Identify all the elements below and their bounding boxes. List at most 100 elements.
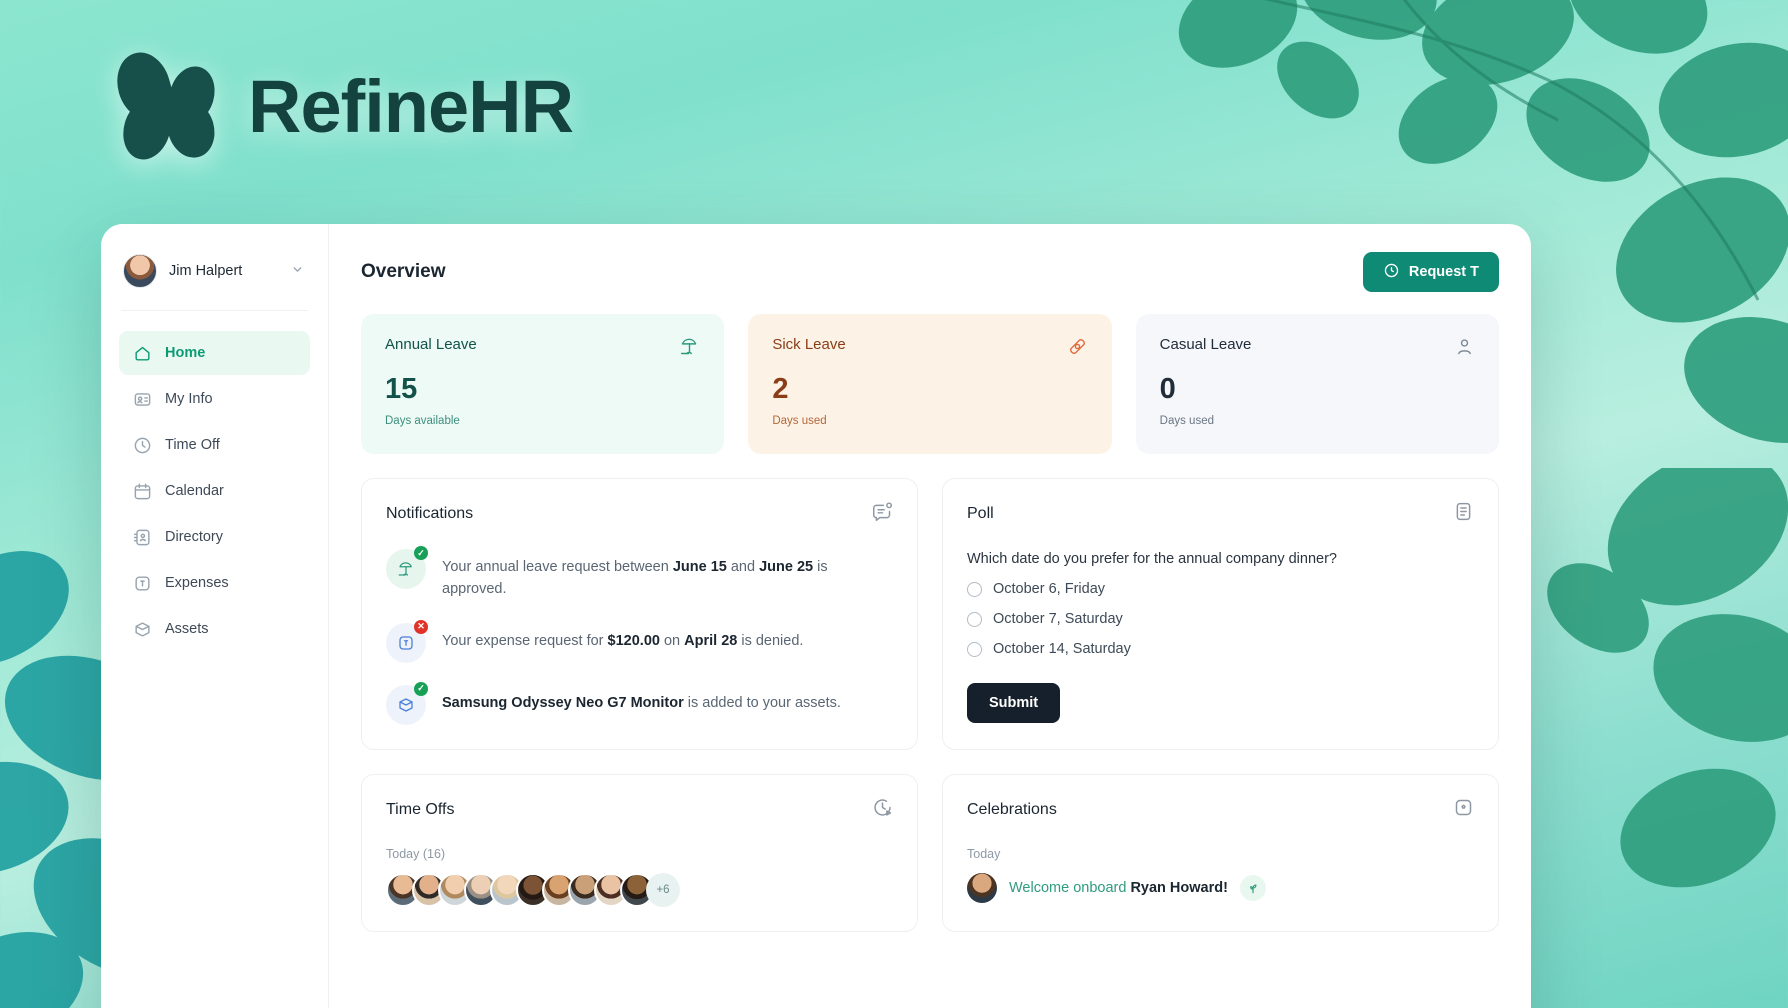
leave-card-subtitle: Days used bbox=[772, 415, 827, 427]
sidebar-item-expenses[interactable]: Expenses bbox=[119, 561, 310, 605]
poll-option-label: October 6, Friday bbox=[993, 581, 1106, 597]
brand-wordmark: RefineHR bbox=[248, 64, 574, 148]
radio-button[interactable] bbox=[967, 641, 982, 657]
poll-question: Which date do you prefer for the annual … bbox=[967, 551, 1337, 567]
request-button-label: Request T bbox=[1408, 264, 1479, 280]
id-card-icon bbox=[133, 390, 152, 409]
sidebar-item-directory[interactable]: Directory bbox=[119, 515, 310, 559]
list-item[interactable]: ✓ Samsung Odyssey Neo G7 Monitor is adde… bbox=[386, 681, 893, 725]
leave-card-casual[interactable]: Casual Leave 0 Days used bbox=[1135, 314, 1499, 454]
leave-card-value: 2 bbox=[772, 373, 789, 405]
receipt-icon: ✕ bbox=[386, 619, 428, 663]
clock-play-icon[interactable] bbox=[872, 797, 893, 823]
sidebar-item-assets[interactable]: Assets bbox=[119, 607, 310, 651]
leave-card-subtitle: Days used bbox=[1159, 415, 1214, 427]
message-notification-icon[interactable] bbox=[872, 501, 893, 527]
home-icon bbox=[133, 344, 152, 363]
clock-plus-icon bbox=[1383, 262, 1400, 283]
list-document-icon[interactable] bbox=[1453, 501, 1474, 527]
profile-name: Jim Halpert bbox=[169, 263, 243, 279]
notification-text: Your annual leave request between June 1… bbox=[442, 559, 828, 598]
poll-options: October 6, Friday October 7, Saturday Oc… bbox=[967, 581, 1474, 657]
celebrations-title: Celebrations bbox=[967, 800, 1057, 818]
leave-card-annual[interactable]: Annual Leave 15 Days available bbox=[361, 314, 725, 454]
calendar-icon bbox=[133, 482, 152, 501]
time-offs-panel: Time Offs Today (16) +6 bbox=[361, 773, 918, 932]
avatar-overflow-count[interactable]: +6 bbox=[646, 872, 680, 907]
sidebar-item-label: Calendar bbox=[165, 483, 224, 499]
radio-button[interactable] bbox=[967, 611, 982, 627]
notifications-panel: Notifications ✓ Your annual leave reques… bbox=[361, 478, 918, 750]
leave-card-title: Annual Leave bbox=[385, 336, 477, 353]
beach-umbrella-icon: ✓ bbox=[386, 546, 428, 589]
radio-button[interactable] bbox=[967, 581, 982, 597]
person-icon bbox=[1454, 336, 1475, 362]
submit-button[interactable]: Submit bbox=[967, 683, 1061, 723]
sprout-icon bbox=[1239, 874, 1266, 901]
poll-panel: Poll Which date do you prefer for the an… bbox=[942, 478, 1499, 750]
poll-option-label: October 7, Saturday bbox=[993, 611, 1123, 627]
receipt-icon bbox=[133, 574, 152, 593]
gift-icon[interactable] bbox=[1453, 797, 1474, 823]
sidebar-item-label: My Info bbox=[165, 391, 213, 407]
sidebar-nav: Home My Info Time Off Calendar Directory… bbox=[119, 331, 310, 651]
bandage-icon bbox=[1067, 336, 1088, 362]
leave-summary-cards: Annual Leave 15 Days available Sick Leav… bbox=[361, 314, 1499, 454]
sidebar-item-label: Assets bbox=[165, 621, 209, 637]
list-item[interactable]: ✕ Your expense request for $120.00 on Ap… bbox=[386, 619, 893, 663]
sidebar-item-label: Expenses bbox=[165, 575, 229, 591]
request-time-off-button[interactable]: Request T bbox=[1362, 252, 1499, 292]
time-offs-avatar-stack[interactable]: +6 bbox=[386, 872, 893, 907]
time-offs-group-label: Today (16) bbox=[386, 846, 446, 861]
box-icon bbox=[133, 620, 152, 639]
clover-petals-logo bbox=[109, 46, 222, 166]
profile-switcher[interactable]: Jim Halpert bbox=[119, 252, 310, 288]
sidebar-item-label: Home bbox=[165, 345, 206, 361]
poll-option-1[interactable]: October 7, Saturday bbox=[967, 611, 1474, 627]
brand-logo-area: RefineHR bbox=[109, 46, 574, 166]
time-offs-title: Time Offs bbox=[386, 800, 455, 818]
leave-card-title: Casual Leave bbox=[1159, 336, 1252, 353]
leave-card-title: Sick Leave bbox=[772, 336, 846, 353]
sidebar-divider bbox=[121, 310, 308, 311]
notifications-title: Notifications bbox=[386, 505, 474, 522]
poll-option-2[interactable]: October 14, Saturday bbox=[967, 641, 1474, 657]
leave-card-value: 0 bbox=[1159, 373, 1176, 405]
beach-umbrella-icon bbox=[679, 336, 700, 362]
sidebar-item-label: Directory bbox=[165, 529, 224, 545]
close-badge-icon: ✕ bbox=[414, 619, 428, 634]
avatar bbox=[967, 872, 997, 903]
avatar bbox=[123, 254, 157, 288]
main-header: Overview Request T bbox=[361, 250, 1499, 294]
list-item[interactable]: Welcome onboard Ryan Howard! bbox=[967, 872, 1474, 903]
timeoffs-celebrations-row: Time Offs Today (16) +6 Celebrations Tod… bbox=[361, 773, 1499, 932]
contact-book-icon bbox=[133, 528, 152, 547]
notifications-list: ✓ Your annual leave request between June… bbox=[386, 546, 893, 725]
page-title: Overview bbox=[361, 261, 446, 282]
leave-card-value: 15 bbox=[385, 373, 418, 405]
check-badge-icon: ✓ bbox=[414, 546, 428, 560]
notifications-poll-row: Notifications ✓ Your annual leave reques… bbox=[361, 478, 1499, 750]
app-window: Jim Halpert Home My Info Time Off Calend… bbox=[101, 224, 1531, 1008]
celebration-message: Welcome onboard Ryan Howard! bbox=[1009, 879, 1228, 896]
sidebar-item-home[interactable]: Home bbox=[119, 331, 310, 375]
poll-option-0[interactable]: October 6, Friday bbox=[967, 581, 1474, 597]
notification-text: Your expense request for $120.00 on Apri… bbox=[442, 632, 804, 649]
sidebar: Jim Halpert Home My Info Time Off Calend… bbox=[101, 224, 329, 1008]
sidebar-item-my-info[interactable]: My Info bbox=[119, 377, 310, 421]
sidebar-item-calendar[interactable]: Calendar bbox=[119, 469, 310, 513]
sidebar-item-time-off[interactable]: Time Off bbox=[119, 423, 310, 467]
chevron-down-icon[interactable] bbox=[291, 263, 304, 279]
celebrations-panel: Celebrations Today Welcome onboard Ryan … bbox=[942, 773, 1499, 932]
main-content: Overview Request T Annual Leave 15 Days … bbox=[329, 224, 1531, 1008]
check-badge-icon: ✓ bbox=[414, 681, 428, 696]
celebrations-group-label: Today bbox=[967, 846, 1001, 861]
leave-card-subtitle: Days available bbox=[385, 415, 460, 427]
sidebar-item-label: Time Off bbox=[165, 437, 220, 453]
poll-option-label: October 14, Saturday bbox=[993, 641, 1131, 657]
list-item[interactable]: ✓ Your annual leave request between June… bbox=[386, 546, 893, 601]
clock-icon bbox=[133, 436, 152, 455]
box-icon: ✓ bbox=[386, 681, 428, 725]
poll-title: Poll bbox=[967, 505, 994, 522]
leave-card-sick[interactable]: Sick Leave 2 Days used bbox=[748, 314, 1112, 454]
